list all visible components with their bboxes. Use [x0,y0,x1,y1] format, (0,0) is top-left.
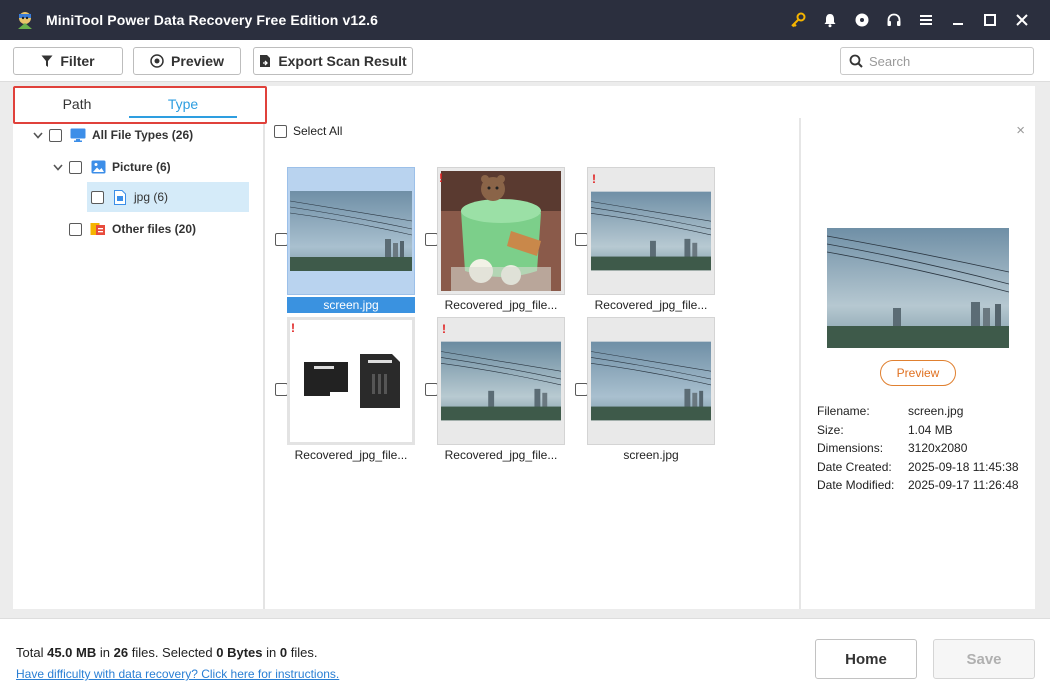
chevron-down-icon[interactable] [51,160,65,174]
eye-icon [150,54,164,68]
checkbox[interactable] [49,128,62,142]
file-item[interactable]: screen.jpg [575,317,715,465]
view-tabs: Path Type [13,86,267,124]
jpg-file-icon [112,189,128,205]
thumbnail[interactable] [287,167,415,295]
results-panel: Path Type All File Types (26) Picture (6… [13,86,1035,609]
picture-icon [90,159,106,175]
file-name: Recovered_jpg_file... [294,448,408,462]
file-name: screen.jpg [623,448,679,462]
window-title: MiniTool Power Data Recovery Free Editio… [46,12,378,28]
tree-node-all-file-types[interactable]: All File Types (26) [31,120,193,150]
property-row: Filename: screen.jpg [817,404,964,418]
select-all-checkbox[interactable] [274,124,287,138]
tree-node-jpg[interactable]: jpg (6) [87,182,249,212]
export-icon [260,55,271,67]
tab-type[interactable]: Type [133,96,233,112]
tree-node-other-files[interactable]: Other files (20) [69,214,196,244]
disc-icon[interactable] [846,0,878,40]
checkbox[interactable] [91,190,104,204]
thumbnail[interactable]: ! [437,317,565,445]
file-name: Recovered_jpg_file... [444,298,558,312]
file-item[interactable]: ! Recovered_jpg_file... [275,317,415,465]
pane-divider[interactable] [799,118,801,609]
sky-city-thumbnail [591,191,711,271]
search-box[interactable] [840,47,1034,75]
property-row: Size: 1.04 MB [817,423,953,437]
select-all[interactable]: Select All [274,124,342,138]
sky-city-thumbnail [290,191,412,271]
help-link[interactable]: Have difficulty with data recovery? Clic… [16,667,339,681]
preview-pane: × Preview Filename: screen.jpg Size: 1.04 … [803,116,1035,609]
minimize-icon[interactable] [942,0,974,40]
cake-thumbnail [441,171,561,291]
export-scan-result-button[interactable]: Export Scan Result [253,47,413,75]
monitor-icon [70,127,86,143]
menu-icon[interactable] [910,0,942,40]
sky-city-preview [827,228,1009,348]
property-row: Dimensions: 3120x2080 [817,441,968,455]
title-bar: MiniTool Power Data Recovery Free Editio… [0,0,1050,40]
file-item[interactable]: screen.jpg [275,167,415,315]
key-icon[interactable] [782,0,814,40]
sky-city-thumbnail [441,341,561,421]
property-row: Date Modified: 2025-09-17 11:26:48 [817,478,1019,492]
scan-summary: Total 45.0 MB in 26 files. Selected 0 By… [16,645,318,660]
file-name: screen.jpg [287,297,415,313]
toolbar: Filter Preview Export Scan Result [0,40,1050,82]
other-files-icon [90,221,106,237]
filter-icon [41,55,53,67]
file-item[interactable]: ! Recovered_jpg_file... [425,167,565,315]
tree-node-picture[interactable]: Picture (6) [51,152,171,182]
headset-icon[interactable] [878,0,910,40]
warning-icon: ! [439,171,443,185]
warning-icon: ! [442,322,446,336]
warning-icon: ! [592,172,596,186]
checkbox[interactable] [69,222,82,236]
file-type-tree: All File Types (26) Picture (6) jpg (6) … [13,124,265,609]
sky-city-thumbnail [591,341,711,421]
file-grid: Select All screen.jpg ! Recovered_jpg_fi… [267,116,797,609]
bell-icon[interactable] [814,0,846,40]
close-preview-icon[interactable]: × [1016,122,1025,139]
file-name: Recovered_jpg_file... [594,298,708,312]
file-name: Recovered_jpg_file... [444,448,558,462]
preview-button[interactable]: Preview [133,47,241,75]
app-logo-icon [18,12,32,29]
thumbnail[interactable] [587,317,715,445]
file-item[interactable]: ! Recovered_jpg_file... [575,167,715,315]
close-icon[interactable] [1006,0,1038,40]
preview-image [827,228,1009,348]
footer: Total 45.0 MB in 26 files. Selected 0 By… [0,618,1050,700]
thumbnail[interactable]: ! [287,317,415,445]
warning-icon: ! [291,321,295,335]
preview-file-button[interactable]: Preview [880,360,956,386]
chevron-down-icon[interactable] [31,128,45,142]
file-item[interactable]: ! Recovered_jpg_file... [425,317,565,465]
sd-card-thumbnail [304,354,400,408]
tab-path[interactable]: Path [27,96,127,112]
property-row: Date Created: 2025-09-18 11:45:38 [817,460,1019,474]
filter-button[interactable]: Filter [13,47,123,75]
thumbnail[interactable]: ! [587,167,715,295]
search-icon [849,54,863,68]
save-button[interactable]: Save [933,639,1035,679]
checkbox[interactable] [69,160,82,174]
thumbnail[interactable]: ! [437,167,565,295]
home-button[interactable]: Home [815,639,917,679]
active-tab-indicator [129,116,237,118]
search-input[interactable] [869,53,1019,69]
maximize-icon[interactable] [974,0,1006,40]
